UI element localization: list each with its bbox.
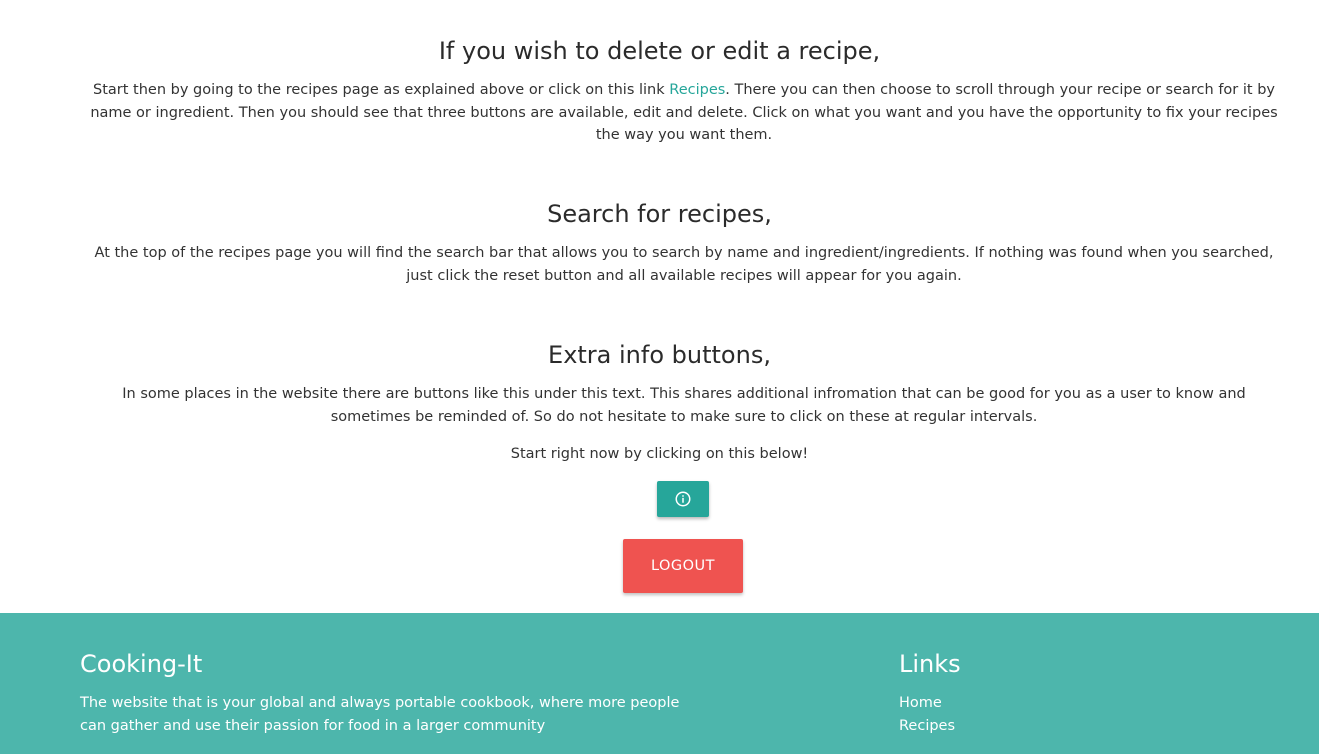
footer-links-list: Home Recipes (899, 692, 955, 737)
footer-link-item: Home (899, 692, 955, 715)
start-now-text: Start right now by clicking on this belo… (510, 446, 809, 462)
search-heading: Search for recipes, (547, 200, 772, 228)
footer-brand-title: Cooking-It (80, 650, 203, 678)
delete-edit-heading: If you wish to delete or edit a recipe, (438, 37, 881, 65)
footer-link-recipes[interactable]: Recipes (899, 718, 955, 734)
page-footer: Cooking-It The website that is your glob… (0, 613, 1319, 754)
footer-description: The website that is your global and alwa… (80, 695, 680, 734)
search-paragraph: At the top of the recipes page you will … (94, 245, 1274, 284)
main-content: If you wish to delete or edit a recipe, … (0, 0, 1319, 613)
footer-links-heading: Links (899, 650, 961, 678)
info-button[interactable] (657, 481, 709, 517)
info-circle-icon (675, 491, 691, 507)
delete-edit-paragraph: Start then by going to the recipes page … (84, 79, 1284, 147)
recipes-inline-link[interactable]: Recipes (669, 82, 725, 98)
footer-link-item: Recipes (899, 715, 955, 738)
logout-button[interactable]: LOGOUT (623, 539, 743, 593)
extra-info-heading: Extra info buttons, (548, 341, 771, 369)
footer-link-home[interactable]: Home (899, 695, 942, 711)
delete-edit-text-before: Start then by going to the recipes page … (93, 82, 670, 98)
extra-info-paragraph: In some places in the website there are … (122, 386, 1246, 425)
